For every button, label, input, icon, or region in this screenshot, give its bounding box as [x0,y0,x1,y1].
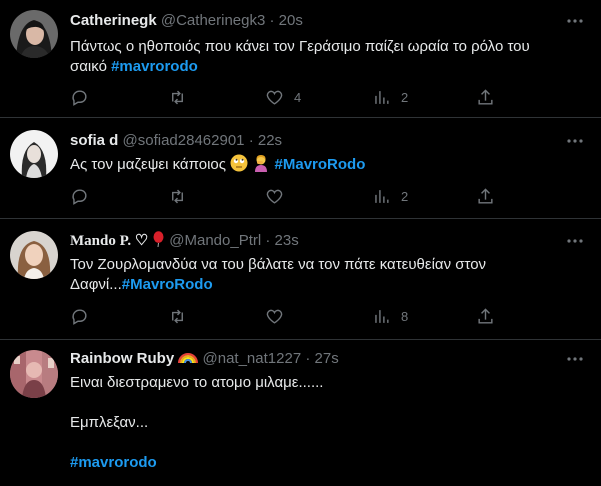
reply-button[interactable] [70,186,89,206]
reply-icon [72,308,87,325]
tweet-text: Τον Ζουρλομανδύα να του βάλατε να τον πά… [70,255,570,295]
like-count: 4 [294,89,302,105]
display-name[interactable]: Rainbow Ruby [70,350,199,367]
user-handle[interactable]: @Catherinegk3 [161,12,265,29]
tweet-text: Πάντως ο ηθοποιός που κάνει τον Γεράσιμο… [70,37,570,77]
tweet-text-line: Ας τον μαζεψει κάποιος [70,156,226,173]
separator: · [305,350,311,367]
tweet-text-line: σαικό [70,58,107,75]
hashtag-link[interactable]: #mavrorodo [70,453,570,473]
hashtag-link[interactable]: #mavrorodo [111,58,198,75]
share-icon [478,187,493,204]
separator: · [269,12,275,29]
avatar[interactable] [10,231,58,279]
tweet-text-line: Πάντως ο ηθοποιός που κάνει τον Γεράσιμο… [70,38,530,55]
tweet-text-line: Ειναι διεστραμενο το ατομο μιλαμε...... [70,374,324,391]
tweet[interactable]: sofia d @sofiad28462901 · 22s Ας τον μαζ… [0,118,601,219]
hashtag-link[interactable]: #MavroRodo [275,156,366,173]
retweet-icon [172,189,183,203]
retweet-icon [172,90,183,104]
avatar[interactable] [10,130,58,178]
facepalm-emoji-icon [255,155,268,172]
retweet-button[interactable] [168,87,187,107]
like-button[interactable] [265,306,284,326]
tweet[interactable]: Rainbow Ruby @nat_nat1227 · 27s Ειναι δι… [0,340,601,486]
views-icon [375,309,389,323]
views-button[interactable]: 2 [372,186,408,206]
separator: · [248,132,254,149]
views-count: 2 [401,188,409,204]
display-name[interactable]: sofia d [70,132,118,149]
tweet-text: Ας τον μαζεψει κάποιος #MavroRodo [70,154,570,175]
views-count: 2 [401,89,409,105]
more-dots-icon[interactable] [565,11,585,31]
like-icon [266,309,283,324]
display-name-text: Mando P. [70,233,132,249]
user-handle[interactable]: @nat_nat1227 [203,350,302,367]
timestamp[interactable]: 20s [279,12,303,29]
share-button[interactable] [476,87,495,107]
like-button[interactable]: 4 [265,87,301,107]
share-button[interactable] [476,186,495,206]
more-dots-icon[interactable] [565,231,585,251]
retweet-button[interactable] [168,306,187,326]
share-icon [478,307,493,324]
tweet-header: Mando P. ♡ @Mando_Ptrl · 23s [70,231,299,251]
action-bar: 2 [70,186,500,206]
views-icon [375,189,389,203]
tweet-text-line: Δαφνί... [70,276,122,293]
user-handle[interactable]: @Mando_Ptrl [169,232,261,249]
rainbow-emoji-icon [178,353,199,364]
like-icon [266,90,283,105]
tweet[interactable]: Mando P. ♡ @Mando_Ptrl · 23s Τον Ζουρλομ… [0,219,601,340]
display-name[interactable]: Catherinegk [70,12,157,29]
separator: · [265,232,271,249]
more-dots-icon[interactable] [565,131,585,151]
user-handle[interactable]: @sofiad28462901 [123,132,245,149]
action-bar: 4 2 [70,87,500,107]
heart-outline-symbol: ♡ [134,233,149,249]
tweet[interactable]: Catherinegk @Catherinegk3 · 20s Πάντως ο… [0,0,601,118]
views-button[interactable]: 2 [372,87,408,107]
tweet-header: sofia d @sofiad28462901 · 22s [70,131,282,151]
avatar[interactable] [10,10,58,58]
tweet-text-line: Τον Ζουρλομανδύα να του βάλατε να τον πά… [70,256,487,273]
action-bar: 8 [70,306,500,326]
retweet-button[interactable] [168,186,187,206]
views-count: 8 [401,308,409,324]
views-button[interactable]: 8 [372,306,408,326]
rolling-eyes-emoji-icon [230,154,248,172]
share-button[interactable] [476,306,495,326]
more-dots-icon[interactable] [565,349,585,369]
reply-button[interactable] [70,87,89,107]
tweet-header: Rainbow Ruby @nat_nat1227 · 27s [70,349,339,369]
hashtag-link[interactable]: #MavroRodo [122,276,213,293]
like-button[interactable] [265,186,284,206]
reply-icon [72,89,87,106]
timestamp[interactable]: 27s [315,350,339,367]
timestamp[interactable]: 22s [258,132,282,149]
views-icon [375,90,389,104]
display-name[interactable]: Mando P. ♡ [70,231,165,249]
balloon-emoji-icon [153,231,164,248]
tweet-text-line: Εμπλεξαν... [70,414,149,431]
share-icon [478,88,493,105]
like-icon [266,189,283,204]
timestamp[interactable]: 23s [275,232,299,249]
tweet-text: Ειναι διεστραμενο το ατομο μιλαμε...... … [70,373,570,473]
display-name-text: Rainbow Ruby [70,350,175,367]
tweet-header: Catherinegk @Catherinegk3 · 20s [70,11,303,31]
reply-button[interactable] [70,306,89,326]
reply-icon [72,188,87,205]
retweet-icon [172,309,183,323]
avatar[interactable] [10,350,58,398]
